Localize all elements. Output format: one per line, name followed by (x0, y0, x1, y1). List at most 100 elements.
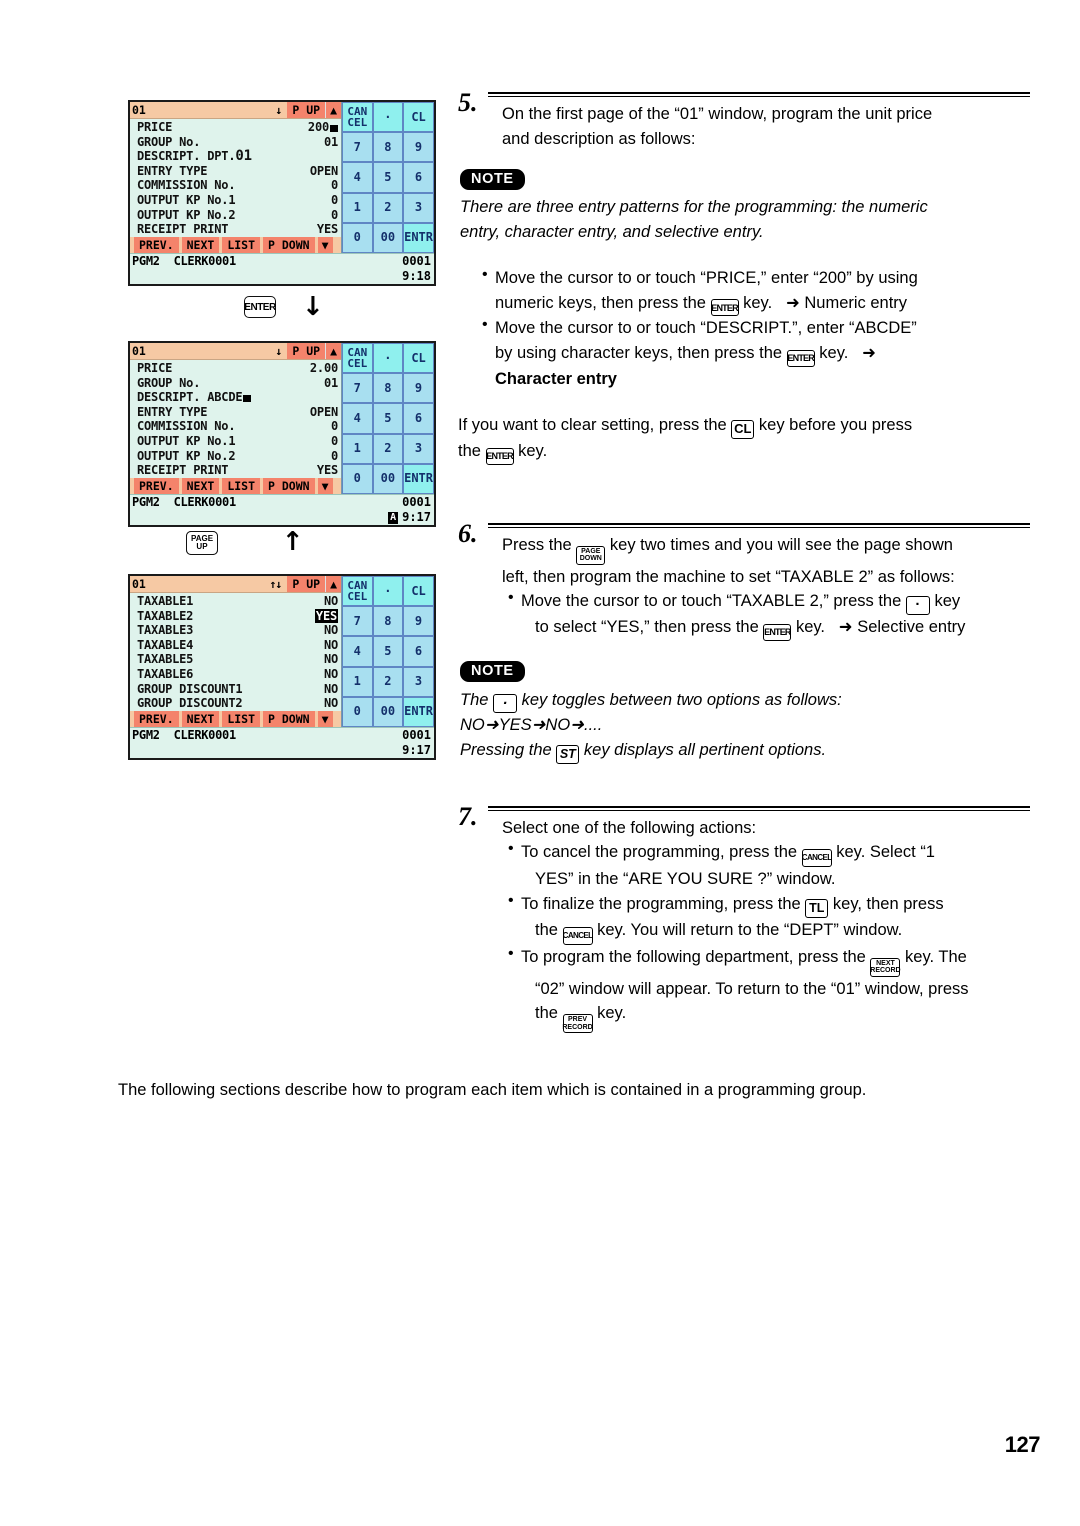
lcd-row[interactable]: OUTPUT KP No.1 0 (130, 193, 341, 208)
menu-page-down-button[interactable]: P DOWN (263, 711, 315, 727)
key-7[interactable]: 7 (342, 373, 373, 404)
up-arrow-icon-1[interactable]: ▲ (325, 102, 341, 118)
lcd-row[interactable]: OUTPUT KP No.1 0 (130, 434, 341, 449)
lcd-row[interactable]: DESCRIPT. ABCDE (130, 390, 341, 405)
key-8[interactable]: 8 (372, 373, 404, 404)
menu-next-button[interactable]: NEXT (181, 478, 220, 494)
st-key-icon: ST (556, 744, 580, 764)
key-1[interactable]: 1 (342, 192, 373, 223)
down-arrow-icon[interactable]: ▼ (317, 478, 333, 494)
key-1[interactable]: 1 (342, 666, 373, 697)
key-6[interactable]: 6 (403, 162, 434, 193)
key-clear[interactable]: CL (403, 343, 434, 374)
down-arrow-icon[interactable]: ▼ (317, 711, 333, 727)
step7-b2-text-a: To finalize the programming, press the (521, 894, 801, 913)
lcd-row[interactable]: COMMISSION No. 0 (130, 178, 341, 193)
lcd-row[interactable]: PRICE 200 (130, 120, 341, 135)
page-up-button-3[interactable]: P UP (287, 576, 326, 592)
step6-text-b: key two times and you will see the page … (609, 535, 953, 554)
key-6[interactable]: 6 (403, 636, 434, 667)
page-up-button-1[interactable]: P UP (287, 102, 326, 118)
key-dot[interactable]: · (372, 102, 404, 133)
up-arrow-icon-3[interactable]: ▲ (325, 576, 341, 592)
lcd-row[interactable]: TAXABLE6 NO (130, 667, 341, 682)
lcd-row[interactable]: TAXABLE3 NO (130, 623, 341, 638)
key-0[interactable]: 0 (342, 463, 373, 494)
menu-next-button[interactable]: NEXT (181, 711, 220, 727)
lcd-row[interactable]: OUTPUT KP No.2 0 (130, 449, 341, 464)
key-enter[interactable]: ENTR (403, 696, 434, 727)
key-9[interactable]: 9 (403, 373, 434, 404)
key-2[interactable]: 2 (372, 666, 404, 697)
key-3[interactable]: 3 (403, 192, 434, 223)
key-cancel[interactable]: CAN CEL (342, 102, 373, 133)
lcd-row[interactable]: RECEIPT PRINT YES (130, 222, 341, 237)
bullet-next-department: To program the following department, pre… (508, 945, 1030, 1034)
key-4[interactable]: 4 (342, 403, 373, 434)
lcd-upper-area-1: 01 ↓ P UP ▲ PRICE 200 GROUP No. 01 DESCR… (130, 102, 434, 253)
lcd-row[interactable]: COMMISSION No. 0 (130, 419, 341, 434)
lcd-row[interactable]: ENTRY TYPE OPEN (130, 164, 341, 179)
key-clear[interactable]: CL (403, 102, 434, 133)
lcd-row-label: OUTPUT KP No.1 (137, 192, 236, 207)
key-9[interactable]: 9 (403, 606, 434, 637)
key-5[interactable]: 5 (372, 162, 404, 193)
lcd-row[interactable]: OUTPUT KP No.2 0 (130, 208, 341, 223)
menu-next-button[interactable]: NEXT (181, 237, 220, 253)
menu-prev-button[interactable]: PREV. (134, 711, 179, 727)
key-4[interactable]: 4 (342, 636, 373, 667)
key-3[interactable]: 3 (403, 666, 434, 697)
lcd-row-label: OUTPUT KP No.1 (137, 433, 236, 448)
lcd-row[interactable]: DESCRIPT. DPT.01 (130, 149, 341, 164)
key-cancel[interactable]: CAN CEL (342, 576, 373, 607)
lcd-row[interactable]: ENTRY TYPE OPEN (130, 405, 341, 420)
key-dot[interactable]: · (372, 576, 404, 607)
bullet1-text-b: key. (743, 293, 773, 312)
lcd-row[interactable]: GROUP DISCOUNT2 NO (130, 696, 341, 711)
key-clear[interactable]: CL (403, 576, 434, 607)
key-dot[interactable]: · (372, 343, 404, 374)
down-arrow-icon[interactable]: ▼ (317, 237, 333, 253)
key-4[interactable]: 4 (342, 162, 373, 193)
page-up-button-2[interactable]: P UP (287, 343, 326, 359)
lcd-row[interactable]: TAXABLE1 NO (130, 594, 341, 609)
key-enter[interactable]: ENTR (403, 463, 434, 494)
key-5[interactable]: 5 (372, 403, 404, 434)
menu-list-button[interactable]: LIST (222, 237, 261, 253)
menu-page-down-button[interactable]: P DOWN (263, 478, 315, 494)
key-cancel[interactable]: CAN CEL (342, 343, 373, 374)
key-1[interactable]: 1 (342, 433, 373, 464)
key-00[interactable]: 00 (372, 222, 404, 253)
menu-list-button[interactable]: LIST (222, 478, 261, 494)
menu-page-down-button[interactable]: P DOWN (263, 237, 315, 253)
key-9[interactable]: 9 (403, 132, 434, 163)
lcd-row[interactable]: GROUP DISCOUNT1 NO (130, 682, 341, 697)
key-7[interactable]: 7 (342, 606, 373, 637)
bullet1-text-a: numeric keys, then press the (495, 293, 706, 312)
key-8[interactable]: 8 (372, 606, 404, 637)
key-8[interactable]: 8 (372, 132, 404, 163)
key-7[interactable]: 7 (342, 132, 373, 163)
key-00[interactable]: 00 (372, 696, 404, 727)
key-0[interactable]: 0 (342, 696, 373, 727)
lcd-row-selected[interactable]: TAXABLE2 YES (130, 608, 341, 624)
lcd-row[interactable]: PRICE 2.00 (130, 361, 341, 376)
lcd-row[interactable]: TAXABLE5 NO (130, 652, 341, 667)
key-00[interactable]: 00 (372, 463, 404, 494)
menu-list-button[interactable]: LIST (222, 711, 261, 727)
key-enter[interactable]: ENTR (403, 222, 434, 253)
key-0[interactable]: 0 (342, 222, 373, 253)
key-2[interactable]: 2 (372, 433, 404, 464)
lcd-row[interactable]: TAXABLE4 NO (130, 638, 341, 653)
lcd-row-label: COMMISSION No. (137, 419, 236, 434)
menu-prev-button[interactable]: PREV. (134, 478, 179, 494)
key-5[interactable]: 5 (372, 636, 404, 667)
lcd-row[interactable]: RECEIPT PRINT YES (130, 463, 341, 478)
key-3[interactable]: 3 (403, 433, 434, 464)
lcd-row[interactable]: GROUP No. 01 (130, 135, 341, 150)
key-2[interactable]: 2 (372, 192, 404, 223)
key-6[interactable]: 6 (403, 403, 434, 434)
menu-prev-button[interactable]: PREV. (134, 237, 179, 253)
lcd-row[interactable]: GROUP No. 01 (130, 376, 341, 391)
up-arrow-icon-2[interactable]: ▲ (325, 343, 341, 359)
